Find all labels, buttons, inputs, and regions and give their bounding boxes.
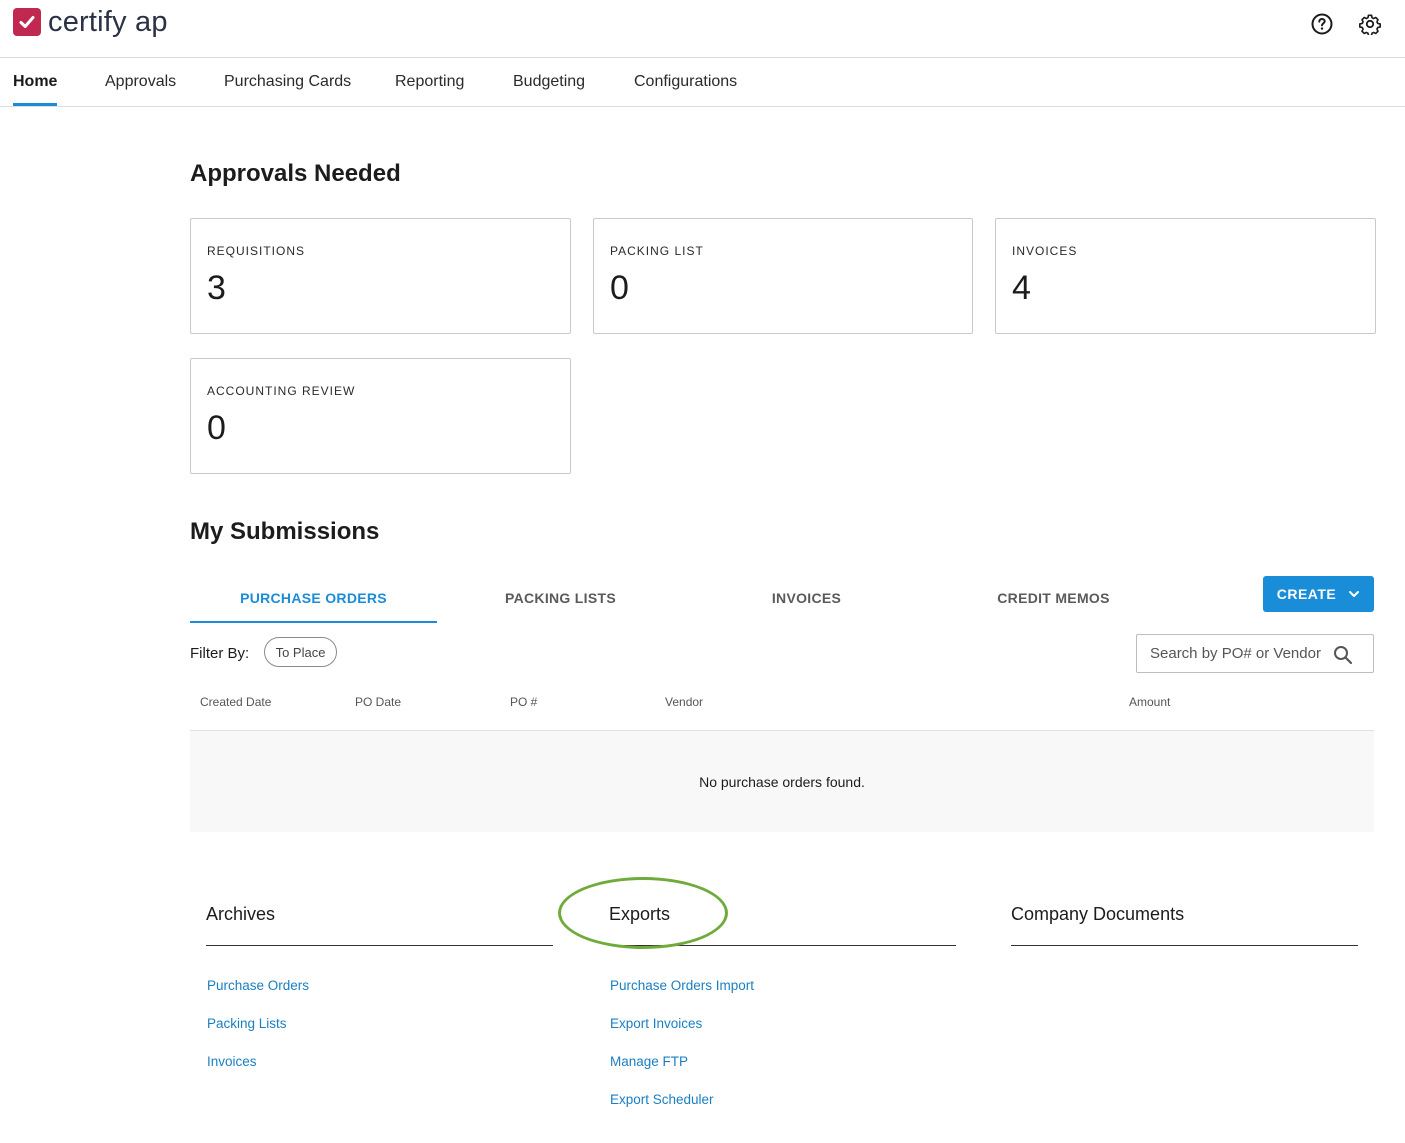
logo-text: certify ap [48,6,168,38]
nav-reporting[interactable]: Reporting [395,73,464,91]
card-count: 0 [207,409,226,447]
card-label: REQUISITIONS [207,244,306,258]
nav-configurations[interactable]: Configurations [634,73,737,91]
card-label: INVOICES [1012,244,1078,258]
export-link-manage-ftp[interactable]: Manage FTP [610,1054,688,1069]
nav-budgeting[interactable]: Budgeting [513,73,585,91]
filter-chip-to-place[interactable]: To Place [264,637,337,667]
archive-link-packing-lists[interactable]: Packing Lists [207,1016,287,1031]
active-tab-indicator [190,621,437,623]
card-invoices[interactable]: INVOICES 4 [995,218,1376,334]
help-icon[interactable] [1310,12,1334,36]
tab-credit-memos[interactable]: CREDIT MEMOS [930,590,1177,606]
column-header-vendor[interactable]: Vendor [665,695,703,709]
checkmark-logo-icon [13,8,41,36]
card-count: 3 [207,269,226,307]
archives-divider [206,945,553,946]
top-header: certify ap [0,0,1405,58]
active-nav-indicator [13,103,57,106]
tab-packing-lists[interactable]: PACKING LISTS [437,590,684,606]
chevron-down-icon [1348,590,1360,598]
search-box [1136,634,1374,673]
card-count: 4 [1012,269,1031,307]
empty-message: No purchase orders found. [699,774,865,790]
highlight-ellipse [558,877,728,949]
column-header-po-date[interactable]: PO Date [355,695,401,709]
tab-invoices[interactable]: INVOICES [683,590,930,606]
card-label: PACKING LIST [610,244,704,258]
export-link-export-scheduler[interactable]: Export Scheduler [610,1092,714,1107]
create-button[interactable]: CREATE [1263,576,1374,612]
search-input[interactable] [1150,645,1346,662]
submissions-title: My Submissions [190,518,380,545]
card-count: 0 [610,269,629,307]
filter-label: Filter By: [190,645,250,662]
card-packing-list[interactable]: PACKING LIST 0 [593,218,973,334]
app-logo[interactable]: certify ap [13,6,168,38]
approvals-title: Approvals Needed [190,160,401,187]
gear-icon[interactable] [1358,12,1382,36]
archive-link-invoices[interactable]: Invoices [207,1054,257,1069]
archive-link-purchase-orders[interactable]: Purchase Orders [207,978,309,993]
search-icon[interactable] [1333,645,1353,665]
column-header-amount[interactable]: Amount [1129,695,1170,709]
create-label: CREATE [1276,586,1337,602]
export-link-purchase-orders-import[interactable]: Purchase Orders Import [610,978,754,993]
column-header-created-date[interactable]: Created Date [200,695,271,709]
column-header-po-number[interactable]: PO # [510,695,537,709]
nav-purchasing-cards[interactable]: Purchasing Cards [224,73,351,91]
main-nav: Home Approvals Purchasing Cards Reportin… [0,58,1405,107]
card-label: ACCOUNTING REVIEW [207,384,356,398]
archives-title: Archives [206,904,276,924]
nav-approvals[interactable]: Approvals [105,73,176,91]
nav-home[interactable]: Home [13,73,57,91]
tab-purchase-orders[interactable]: PURCHASE ORDERS [190,590,437,606]
company-documents-divider [1011,945,1358,946]
card-accounting-review[interactable]: ACCOUNTING REVIEW 0 [190,358,571,474]
company-documents-title: Company Documents [1011,904,1185,924]
card-requisitions[interactable]: REQUISITIONS 3 [190,218,571,334]
export-link-export-invoices[interactable]: Export Invoices [610,1016,702,1031]
empty-table-row: No purchase orders found. [190,731,1374,832]
